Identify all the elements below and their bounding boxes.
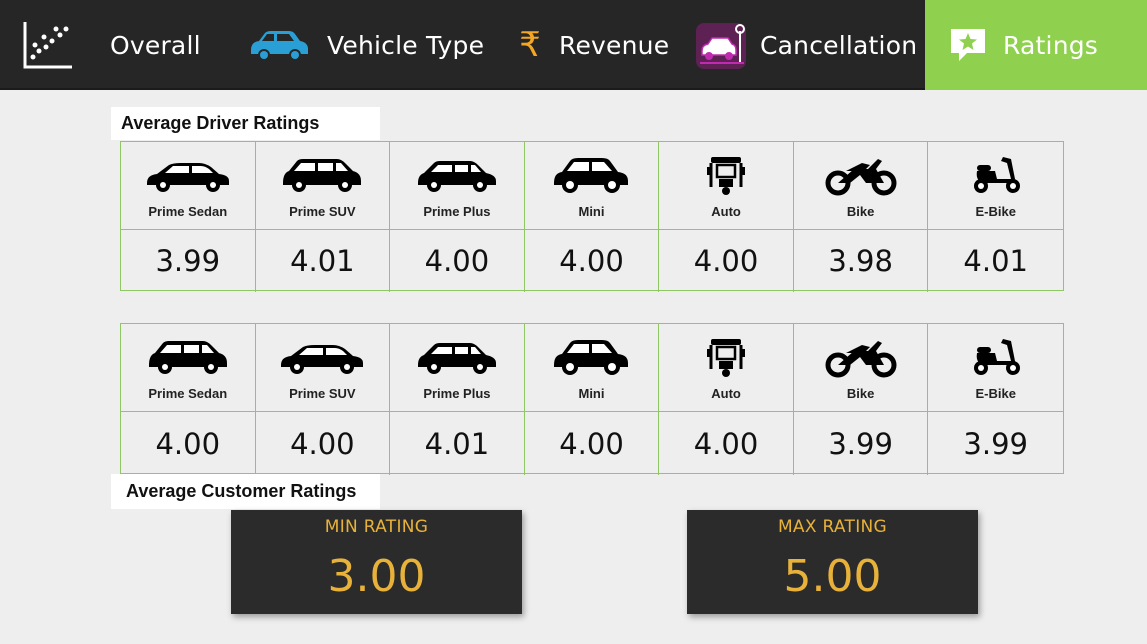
min-rating-label: MIN RATING — [324, 517, 429, 537]
nav-overall[interactable]: Overall — [0, 0, 230, 90]
rating-value: 4.01 — [424, 426, 490, 461]
min-rating-card: MIN RATING 3.00 — [231, 510, 522, 614]
auto-rickshaw-icon — [681, 335, 771, 384]
motorbike-icon — [816, 335, 906, 384]
vehicle-label: Prime Sedan — [148, 203, 228, 219]
nav-ratings-label: Ratings — [1003, 30, 1099, 60]
rating-value: 4.00 — [155, 426, 221, 461]
vehicle-label: E-Bike — [975, 385, 1016, 401]
sedan-car-icon — [143, 153, 233, 202]
auto-rickshaw-icon — [681, 153, 771, 202]
mini-car-icon — [546, 335, 636, 384]
customer-vehicle-bike: Bike — [793, 324, 929, 412]
customer-vehicle-auto: Auto — [659, 324, 794, 412]
driver-rating-e-bike: 4.01 — [928, 230, 1063, 292]
rating-value: 3.99 — [155, 244, 221, 278]
rating-value: 4.00 — [693, 426, 759, 461]
customer-rating-prime-suv: 4.00 — [256, 412, 391, 475]
rupee-icon: ₹ — [519, 25, 541, 65]
nav-vehicle-type-label: Vehicle Type — [327, 30, 485, 60]
rating-value: 4.01 — [290, 244, 355, 278]
customer-rating-prime-plus: 4.01 — [390, 412, 525, 475]
hatchback-car-icon — [412, 153, 502, 202]
customer-rating-mini: 4.00 — [525, 412, 660, 475]
driver-ratings-table: Prime Sedan Prime SUV Prime Plus Mini Au… — [120, 141, 1064, 292]
scatter-chart-icon — [22, 19, 74, 71]
vehicle-label: Bike — [846, 203, 875, 219]
rating-value: 4.00 — [290, 426, 355, 461]
driver-ratings-title-text: Average Driver Ratings — [121, 113, 320, 133]
rating-value: 3.99 — [963, 426, 1028, 461]
vehicle-label: Prime Plus — [423, 203, 491, 219]
nav-ratings[interactable]: Ratings — [925, 0, 1147, 90]
rating-value: 3.98 — [828, 244, 893, 278]
hatchback-car-icon — [412, 335, 502, 384]
driver-rating-auto: 4.00 — [659, 230, 794, 292]
vehicle-label: Prime SUV — [289, 385, 356, 401]
vehicle-label: Bike — [846, 385, 875, 401]
driver-ratings-title: Average Driver Ratings — [111, 107, 380, 140]
nav-cancellation[interactable]: Cancellation — [693, 0, 921, 90]
driver-vehicle-bike: Bike — [793, 142, 929, 230]
driver-rating-prime-plus: 4.00 — [390, 230, 525, 292]
driver-rating-bike: 3.98 — [794, 230, 929, 292]
max-rating-value: 5.00 — [783, 551, 882, 602]
rating-value: 4.01 — [963, 244, 1028, 278]
customer-vehicle-prime-suv: Prime SUV — [255, 324, 391, 412]
customer-vehicle-e-bike: E-Bike — [928, 324, 1063, 412]
rating-value: 3.99 — [828, 426, 893, 461]
driver-vehicle-mini: Mini — [524, 142, 660, 230]
nav-vehicle-type[interactable]: Vehicle Type — [245, 0, 500, 90]
rating-value: 4.00 — [693, 244, 759, 278]
driver-rating-prime-suv: 4.01 — [256, 230, 391, 292]
scooter-icon — [951, 335, 1041, 384]
mini-car-icon — [546, 153, 636, 202]
vehicle-label: Auto — [711, 203, 741, 219]
sedan-car-icon — [277, 335, 367, 384]
customer-rating-prime-sedan: 4.00 — [121, 412, 256, 475]
max-rating-label: MAX RATING — [777, 517, 888, 537]
customer-ratings-title: Average Customer Ratings — [111, 474, 380, 509]
customer-ratings-title-text: Average Customer Ratings — [126, 481, 357, 501]
max-rating-card: MAX RATING 5.00 — [687, 510, 978, 614]
motorbike-icon — [816, 153, 906, 202]
vehicle-label: Prime Plus — [423, 385, 491, 401]
car-icon — [245, 28, 313, 62]
customer-rating-e-bike: 3.99 — [928, 412, 1063, 475]
driver-rating-prime-sedan: 3.99 — [121, 230, 256, 292]
driver-rating-mini: 4.00 — [525, 230, 660, 292]
nav-overall-label: Overall — [110, 30, 201, 60]
suv-car-icon — [143, 335, 233, 384]
nav-revenue-label: Revenue — [559, 30, 670, 60]
driver-vehicle-prime-plus: Prime Plus — [390, 142, 525, 230]
driver-vehicle-e-bike: E-Bike — [928, 142, 1063, 230]
top-nav: Overall Vehicle Type ₹ Revenue Cancellat… — [0, 0, 1147, 90]
min-rating-value: 3.00 — [327, 551, 426, 602]
nav-revenue[interactable]: ₹ Revenue — [515, 0, 685, 90]
customer-vehicle-prime-plus: Prime Plus — [390, 324, 525, 412]
star-chat-icon — [949, 27, 987, 63]
vehicle-label: Prime SUV — [289, 203, 356, 219]
driver-vehicle-prime-sedan: Prime Sedan — [121, 142, 256, 230]
customer-vehicle-mini: Mini — [524, 324, 660, 412]
vehicle-label: Mini — [578, 203, 605, 219]
customer-rating-auto: 4.00 — [659, 412, 794, 475]
driver-vehicle-prime-suv: Prime SUV — [255, 142, 391, 230]
car-parking-icon — [693, 17, 751, 73]
rating-value: 4.00 — [559, 426, 624, 461]
driver-vehicle-auto: Auto — [659, 142, 794, 230]
vehicle-label: E-Bike — [975, 203, 1016, 219]
rating-value: 4.00 — [559, 244, 624, 278]
suv-car-icon — [277, 153, 367, 202]
vehicle-label: Auto — [711, 385, 741, 401]
nav-cancellation-label: Cancellation — [760, 30, 918, 60]
customer-rating-bike: 3.99 — [794, 412, 929, 475]
customer-ratings-table: Prime Sedan Prime SUV Prime Plus Mini Au… — [120, 323, 1064, 475]
rating-value: 4.00 — [424, 244, 490, 278]
customer-vehicle-prime-sedan: Prime Sedan — [121, 324, 256, 412]
vehicle-label: Mini — [578, 385, 605, 401]
scooter-icon — [951, 153, 1041, 202]
vehicle-label: Prime Sedan — [148, 385, 228, 401]
